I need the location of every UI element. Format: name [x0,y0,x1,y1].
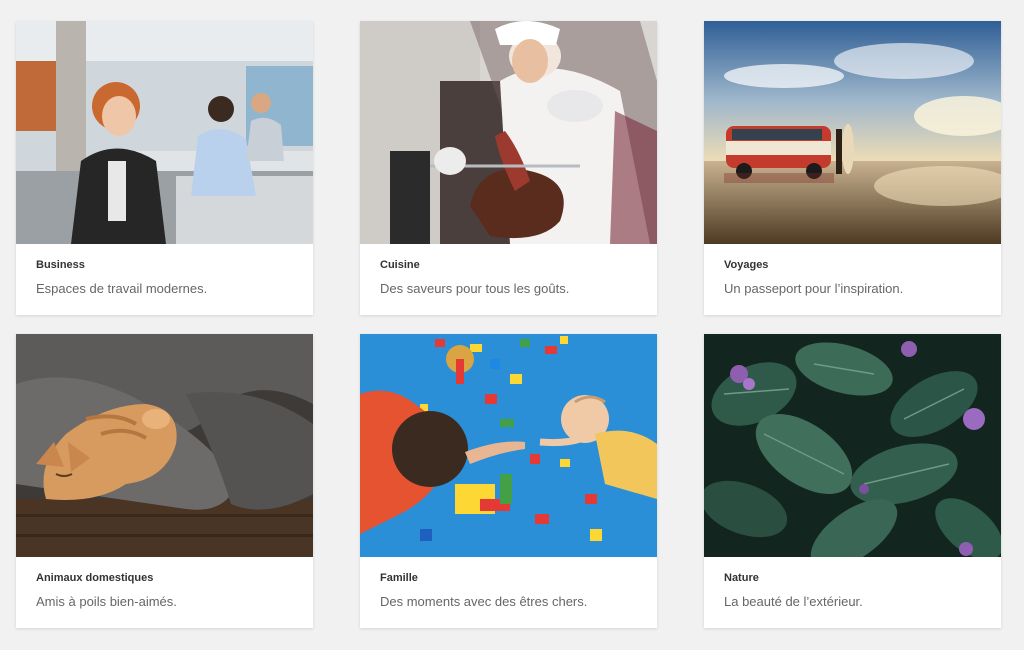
card-body: Business Espaces de travail modernes. [16,244,313,297]
green-leaves-flowers-photo [704,334,1001,557]
card-body: Nature La beauté de l’extérieur. [704,557,1001,610]
category-card-business[interactable]: Business Espaces de travail modernes. [16,21,313,315]
card-description: Amis à poils bien-aimés. [36,594,177,609]
animaux-domestiques-image[interactable] [16,334,313,557]
card-body: Animaux domestiques Amis à poils bien-ai… [16,557,313,610]
chef-slicing-ham-photo [360,21,657,244]
family-playing-blocks-photo [360,334,657,557]
card-description: Un passeport pour l’inspiration. [724,281,904,296]
card-body: Cuisine Des saveurs pour tous les goûts. [360,244,657,297]
category-card-cuisine[interactable]: Cuisine Des saveurs pour tous les goûts. [360,21,657,315]
famille-image[interactable] [360,334,657,557]
category-grid: Business Espaces de travail modernes. Cu… [16,21,1001,628]
card-title: Voyages [724,259,769,271]
office-workers-photo [16,21,313,244]
category-card-voyages[interactable]: Voyages Un passeport pour l’inspiration. [704,21,1001,315]
cuisine-image[interactable] [360,21,657,244]
card-description: La beauté de l’extérieur. [724,594,863,609]
category-card-famille[interactable]: Famille Des moments avec des êtres chers… [360,334,657,628]
category-card-nature[interactable]: Nature La beauté de l’extérieur. [704,334,1001,628]
nature-image[interactable] [704,334,1001,557]
business-image[interactable] [16,21,313,244]
card-title: Nature [724,572,759,584]
voyages-image[interactable] [704,21,1001,244]
card-description: Espaces de travail modernes. [36,281,208,296]
card-title: Animaux domestiques [36,572,154,584]
card-title: Cuisine [380,259,420,271]
card-body: Voyages Un passeport pour l’inspiration. [704,244,1001,297]
category-card-animaux-domestiques[interactable]: Animaux domestiques Amis à poils bien-ai… [16,334,313,628]
card-title: Business [36,259,85,271]
van-on-beach-photo [704,21,1001,244]
card-description: Des moments avec des êtres chers. [380,594,588,609]
card-description: Des saveurs pour tous les goûts. [380,281,570,296]
card-body: Famille Des moments avec des êtres chers… [360,557,657,610]
kitten-in-blanket-photo [16,334,313,557]
card-title: Famille [380,572,418,584]
